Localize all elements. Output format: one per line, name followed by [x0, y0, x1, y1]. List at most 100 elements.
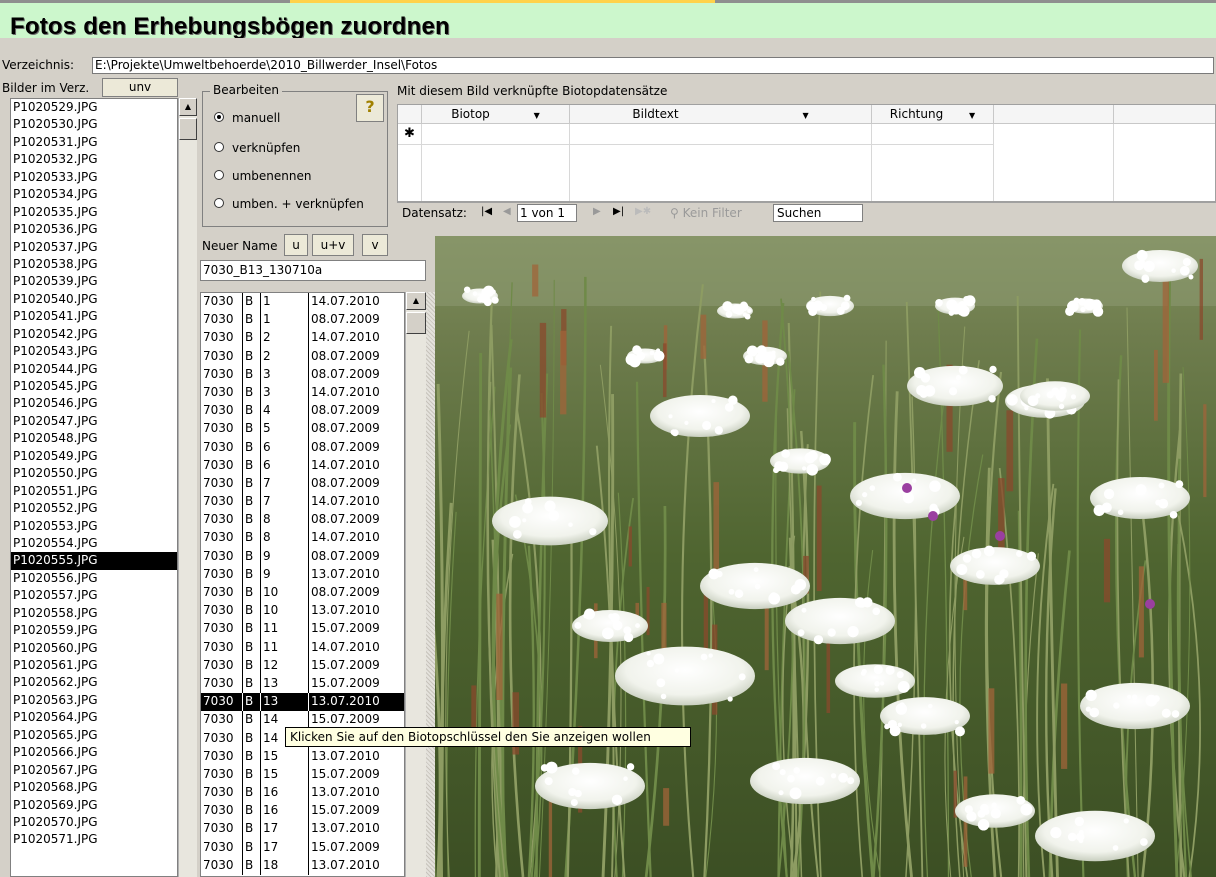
- scroll-up-icon[interactable]: ▲: [179, 98, 197, 116]
- dropdown-arrow-icon[interactable]: ▼: [969, 111, 975, 120]
- option-verknuepfen[interactable]: verknüpfen: [214, 141, 300, 155]
- dropdown-arrow-icon[interactable]: ▼: [534, 111, 540, 120]
- biotope-row[interactable]: 7030 B 3 08.07.2009: [201, 365, 404, 384]
- file-list-item[interactable]: P1020551.JPG: [11, 483, 177, 500]
- scroll-up-icon[interactable]: ▲: [406, 292, 426, 310]
- file-list-item[interactable]: P1020561.JPG: [11, 657, 177, 674]
- file-list-item[interactable]: P1020542.JPG: [11, 326, 177, 343]
- biotope-row[interactable]: 7030 B 16 13.07.2010: [201, 784, 404, 803]
- next-record-icon[interactable]: ▶: [593, 206, 601, 217]
- radio-icon[interactable]: [214, 198, 224, 208]
- prev-record-icon[interactable]: ◀: [503, 206, 511, 217]
- biotope-row[interactable]: 7030 B 9 13.07.2010: [201, 565, 404, 584]
- column-header-biotop[interactable]: Biotop ▼: [422, 105, 570, 124]
- biotope-row[interactable]: 7030 B 11 15.07.2009: [201, 620, 404, 639]
- scroll-thumb[interactable]: [406, 312, 426, 334]
- file-list-item[interactable]: P1020539.JPG: [11, 273, 177, 290]
- file-list-scrollbar[interactable]: ▲: [178, 98, 197, 877]
- file-list-item[interactable]: P1020566.JPG: [11, 744, 177, 761]
- directory-input[interactable]: E:\Projekte\Umweltbehoerde\2010_Billwerd…: [92, 57, 1214, 74]
- biotope-row[interactable]: 7030 B 17 15.07.2009: [201, 838, 404, 857]
- biotope-row[interactable]: 7030 B 1 14.07.2010: [201, 293, 404, 312]
- biotope-row[interactable]: 7030 B 9 08.07.2009: [201, 547, 404, 566]
- grid-cell-biotop[interactable]: [422, 124, 570, 145]
- grid-cell-bildtext[interactable]: [570, 124, 872, 145]
- radio-checked-icon[interactable]: [214, 112, 224, 122]
- biotope-row[interactable]: 7030 B 6 08.07.2009: [201, 438, 404, 457]
- link-button[interactable]: v: [362, 234, 388, 256]
- file-list-item[interactable]: P1020555.JPG: [11, 552, 177, 570]
- biotope-row[interactable]: 7030 B 11 14.07.2010: [201, 638, 404, 657]
- new-name-input[interactable]: 7030_B13_130710a: [200, 260, 426, 281]
- biotope-row[interactable]: 7030 B 15 13.07.2010: [201, 747, 404, 766]
- file-list-item[interactable]: P1020531.JPG: [11, 134, 177, 151]
- biotope-row[interactable]: 7030 B 8 14.07.2010: [201, 529, 404, 548]
- biotope-row[interactable]: 7030 B 6 14.07.2010: [201, 456, 404, 475]
- biotope-row[interactable]: 7030 B 12 15.07.2009: [201, 656, 404, 675]
- file-list-item[interactable]: P1020534.JPG: [11, 186, 177, 203]
- file-list-item[interactable]: P1020549.JPG: [11, 448, 177, 465]
- file-list-item[interactable]: P1020537.JPG: [11, 239, 177, 256]
- file-list-item[interactable]: P1020564.JPG: [11, 709, 177, 726]
- search-input[interactable]: Suchen: [773, 204, 863, 222]
- splitter[interactable]: [426, 292, 435, 877]
- file-list-item[interactable]: P1020557.JPG: [11, 587, 177, 604]
- file-list-item[interactable]: P1020562.JPG: [11, 674, 177, 691]
- file-list-item[interactable]: P1020553.JPG: [11, 518, 177, 535]
- filter-toggle[interactable]: ⚲ Kein Filter: [670, 206, 742, 220]
- file-list-item[interactable]: P1020541.JPG: [11, 308, 177, 325]
- biotope-row[interactable]: 7030 B 13 15.07.2009: [201, 674, 404, 694]
- linked-records-grid[interactable]: Biotop ▼ Bildtext ▼ Richtung ▼ ✱: [397, 104, 1216, 202]
- column-header-bildtext[interactable]: Bildtext ▼: [570, 105, 872, 124]
- file-list-item[interactable]: P1020570.JPG: [11, 814, 177, 831]
- file-list-item[interactable]: P1020554.JPG: [11, 535, 177, 552]
- biotope-list-scrollbar[interactable]: ▲: [405, 292, 426, 877]
- file-list-item[interactable]: P1020568.JPG: [11, 779, 177, 796]
- file-list-item[interactable]: P1020538.JPG: [11, 256, 177, 273]
- file-list-item[interactable]: P1020529.JPG: [11, 99, 177, 116]
- file-list-item[interactable]: P1020545.JPG: [11, 378, 177, 395]
- file-list-item[interactable]: P1020560.JPG: [11, 640, 177, 657]
- file-list-item[interactable]: P1020546.JPG: [11, 395, 177, 412]
- file-list-item[interactable]: P1020530.JPG: [11, 116, 177, 133]
- file-list-item[interactable]: P1020571.JPG: [11, 831, 177, 848]
- biotope-row[interactable]: 7030 B 5 08.07.2009: [201, 420, 404, 439]
- biotope-row[interactable]: 7030 B 2 08.07.2009: [201, 347, 404, 366]
- dropdown-arrow-icon[interactable]: ▼: [802, 111, 808, 120]
- biotope-row[interactable]: 7030 B 17 13.07.2010: [201, 820, 404, 839]
- grid-cell-richtung[interactable]: [872, 124, 994, 145]
- first-record-icon[interactable]: |◀: [481, 206, 492, 217]
- column-header-richtung[interactable]: Richtung ▼: [872, 105, 994, 124]
- file-list-item[interactable]: P1020548.JPG: [11, 430, 177, 447]
- file-list-item[interactable]: P1020533.JPG: [11, 169, 177, 186]
- file-list[interactable]: P1020529.JPG P1020530.JPG P1020531.JPG P102…: [10, 98, 178, 877]
- file-list-item[interactable]: P1020547.JPG: [11, 413, 177, 430]
- help-button[interactable]: ?: [356, 94, 384, 122]
- file-list-item[interactable]: P1020558.JPG: [11, 605, 177, 622]
- file-list-item[interactable]: P1020550.JPG: [11, 465, 177, 482]
- biotope-row[interactable]: 7030 B 15 15.07.2009: [201, 765, 404, 785]
- file-list-item[interactable]: P1020543.JPG: [11, 343, 177, 360]
- file-list-item[interactable]: P1020544.JPG: [11, 361, 177, 378]
- rename-link-button[interactable]: u+v: [312, 234, 354, 256]
- file-list-item[interactable]: P1020569.JPG: [11, 797, 177, 814]
- biotope-row[interactable]: 7030 B 3 14.07.2010: [201, 383, 404, 403]
- biotope-row[interactable]: 7030 B 8 08.07.2009: [201, 511, 404, 530]
- biotope-row[interactable]: 7030 B 7 08.07.2009: [201, 474, 404, 494]
- file-list-item[interactable]: P1020563.JPG: [11, 692, 177, 709]
- option-umbenennen[interactable]: umbenennen: [214, 169, 311, 183]
- file-list-item[interactable]: P1020559.JPG: [11, 622, 177, 639]
- new-record-nav-icon[interactable]: ▶✱: [635, 206, 651, 217]
- file-list-item[interactable]: P1020540.JPG: [11, 291, 177, 308]
- unv-button[interactable]: unv: [102, 78, 178, 97]
- record-number-input[interactable]: 1 von 1: [517, 204, 577, 222]
- biotope-row[interactable]: 7030 B 13 13.07.2010: [201, 693, 404, 712]
- option-manuell[interactable]: manuell: [214, 111, 280, 125]
- radio-icon[interactable]: [214, 142, 224, 152]
- scroll-thumb[interactable]: [179, 118, 197, 140]
- file-list-item[interactable]: P1020552.JPG: [11, 500, 177, 517]
- file-list-item[interactable]: P1020565.JPG: [11, 727, 177, 744]
- radio-icon[interactable]: [214, 170, 224, 180]
- biotope-row[interactable]: 7030 B 4 08.07.2009: [201, 402, 404, 421]
- file-list-item[interactable]: P1020556.JPG: [11, 570, 177, 587]
